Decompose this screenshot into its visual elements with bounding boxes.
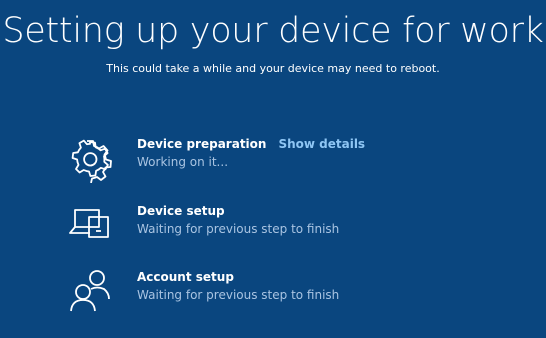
people-icon: [66, 268, 114, 316]
step-name: Account setup: [137, 270, 234, 284]
step-status: Working on it...: [137, 155, 229, 169]
step-status: Waiting for previous step to finish: [137, 288, 340, 302]
show-details-link[interactable]: Show details: [278, 137, 365, 151]
step-name: Device setup: [137, 204, 225, 218]
step-name: Device preparation: [137, 137, 267, 151]
page-subtitle: This could take a while and your device …: [106, 62, 440, 75]
step-device-preparation: Device preparation Show details Working o…: [66, 135, 526, 183]
devices-icon: [66, 202, 114, 250]
step-status: Waiting for previous step to finish: [137, 222, 340, 236]
step-device-setup: Device setup Waiting for previous step t…: [66, 202, 526, 250]
step-account-setup: Account setup Waiting for previous step …: [66, 268, 526, 316]
page-title: Setting up your device for work: [2, 11, 544, 51]
gear-icon: [66, 135, 114, 183]
